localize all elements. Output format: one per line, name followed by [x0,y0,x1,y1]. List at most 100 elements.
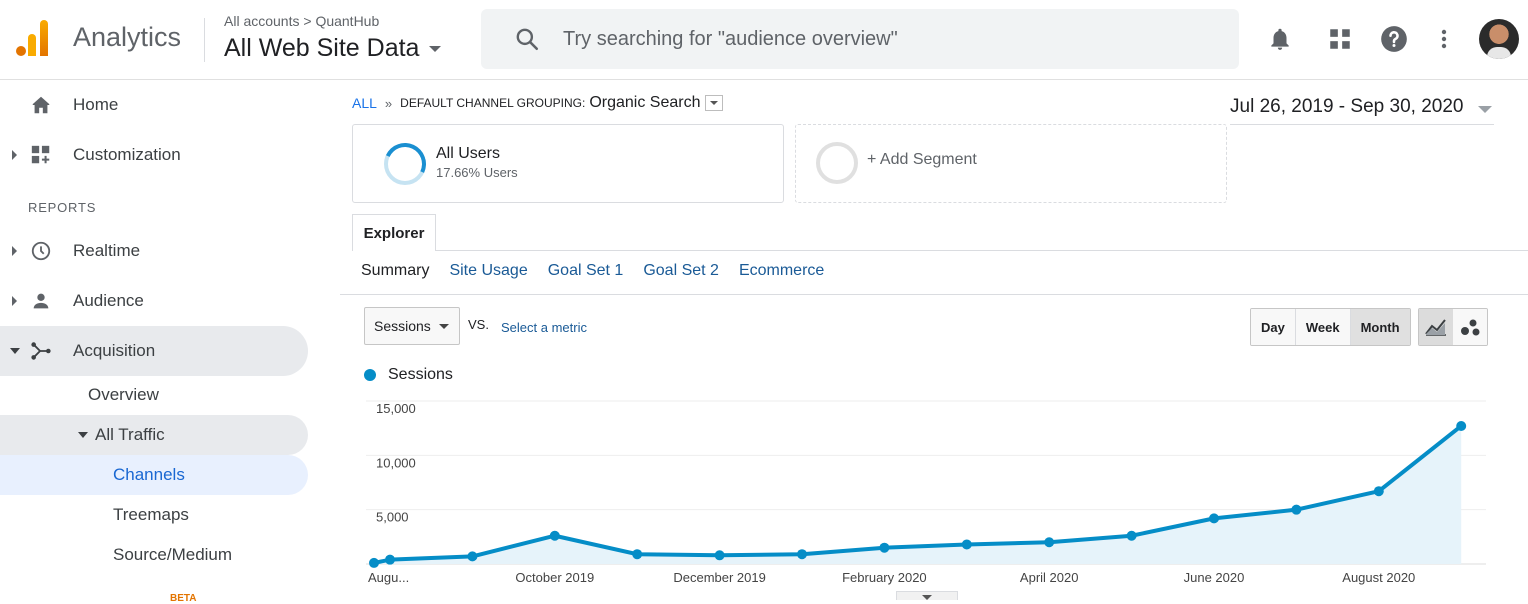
sidebar-item-label: Channels [113,465,185,484]
y-tick-label: 15,000 [376,401,416,416]
scope-all-link[interactable]: ALL [352,95,377,111]
sidebar-item-audience[interactable]: Audience [0,276,308,326]
x-tick-label: August 2020 [1342,570,1415,585]
analytics-logo-icon[interactable] [16,20,50,56]
data-point [369,557,379,568]
divider [352,250,1528,251]
collapse-arrow-icon [78,432,88,438]
scope-grouping-label: DEFAULT CHANNEL GROUPING: [400,96,586,110]
sidebar-item-all-traffic[interactable]: All Traffic [0,415,308,455]
sidebar-item-acquisition[interactable]: Acquisition [0,326,308,376]
tab-summary[interactable]: Summary [361,262,429,280]
scope-separator: » [384,95,393,111]
add-segment-button[interactable]: + Add Segment [795,124,1227,203]
reports-section-label: REPORTS [28,200,97,215]
bell-icon[interactable] [1265,24,1295,54]
sidebar-item-source-medium[interactable]: Source/Medium [113,535,232,575]
search-icon [516,28,539,51]
data-point [467,551,478,562]
sidebar-item-customization[interactable]: Customization [0,130,308,180]
week-button[interactable]: Week [1295,309,1351,345]
y-tick-label: 5,000 [376,510,409,525]
sidebar-item-home[interactable]: Home [0,80,308,130]
data-point [879,542,890,553]
data-point [1291,504,1302,515]
dashboard-icon [30,144,52,166]
segment-arc [378,137,432,191]
month-button[interactable]: Month [1350,309,1410,345]
sessions-chart: 15,000 10,000 5,000 Augu... October 2019 Dece… [366,400,1486,585]
data-point [797,549,807,560]
date-range-picker[interactable]: Jul 26, 2019 - Sep 30, 2020 [1230,96,1494,125]
data-point [632,549,643,560]
data-point [1373,486,1384,497]
more-vert-icon[interactable] [1429,24,1459,54]
line-chart-icon[interactable] [1419,309,1453,345]
divider [340,294,1528,295]
chevron-down-icon [439,324,449,329]
vs-label: VS. [468,317,489,332]
segment-percentage: 17.66% Users [436,165,518,180]
chart-type-toggle [1418,308,1488,346]
property-name: All Web Site Data [224,34,420,62]
sidebar-item-label: Home [73,95,119,114]
header-divider [204,18,205,62]
expand-arrow-icon [12,296,17,306]
data-point [1456,420,1467,431]
home-icon [30,94,52,116]
property-selector[interactable]: All Web Site Data [224,34,442,63]
sidebar: Home Customization REPORTS Realtime Audi… [0,80,320,604]
x-tick-label: December 2019 [673,570,766,585]
sidebar-item-overview[interactable]: Overview [88,375,159,415]
tab-site-usage[interactable]: Site Usage [449,262,527,280]
sidebar-item-treemaps[interactable]: Treemaps [113,495,189,535]
data-point [1044,537,1055,548]
series-area [374,425,1462,564]
x-tick-label: October 2019 [515,570,594,585]
select-metric-link[interactable]: Select a metric [501,320,587,335]
add-segment-label: + Add Segment [867,151,977,168]
sidebar-item-label: Audience [73,291,144,310]
help-icon[interactable] [1379,24,1409,54]
report-scope-breadcrumb: ALL » DEFAULT CHANNEL GROUPING: Organic … [352,94,724,112]
segment-all-users[interactable]: All Users 17.66% Users [352,124,784,203]
segment-name: All Users [436,145,501,162]
account-breadcrumb[interactable]: All accounts > QuantHub [224,13,379,29]
tab-goal-set-1[interactable]: Goal Set 1 [548,262,624,280]
search-input[interactable] [561,23,1205,55]
scope-grouping-value: Organic Search [589,94,701,111]
app-name[interactable]: Analytics [73,22,181,53]
scope-dropdown-icon[interactable] [705,95,724,111]
acquisition-icon [30,340,52,362]
x-tick-label: June 2020 [1184,570,1245,585]
expand-arrow-icon [12,246,17,256]
x-tick-label: Augu... [368,570,409,585]
sidebar-item-channels[interactable]: Channels [0,455,308,495]
data-point [549,530,560,541]
day-button[interactable]: Day [1251,309,1296,345]
collapse-arrow-icon [10,348,20,354]
clock-icon [30,240,52,262]
x-tick-label: February 2020 [842,570,927,585]
avatar[interactable] [1479,19,1519,59]
apps-grid-icon[interactable] [1325,24,1355,54]
explorer-subtabs: Summary Site Usage Goal Set 1 Goal Set 2… [361,262,824,280]
sidebar-item-label: Acquisition [73,341,156,360]
data-point [961,539,972,550]
data-point [1126,530,1137,541]
data-point [1209,513,1219,524]
top-header: Analytics All accounts > QuantHub All We… [0,0,1528,80]
sidebar-item-realtime[interactable]: Realtime [0,226,308,276]
metric-select[interactable]: Sessions [364,307,460,345]
period-toggle: Day Week Month [1250,308,1411,346]
tab-explorer[interactable]: Explorer [352,214,436,251]
tab-ecommerce[interactable]: Ecommerce [739,262,824,280]
data-point [714,550,725,561]
empty-segment-ring-icon [816,142,858,184]
person-icon [30,290,52,312]
search-bar[interactable] [481,9,1239,69]
main-content: ALL » DEFAULT CHANNEL GROUPING: Organic … [320,80,1528,600]
motion-chart-icon[interactable] [1453,309,1487,345]
sidebar-item-label: All Traffic [95,425,165,444]
tab-goal-set-2[interactable]: Goal Set 2 [643,262,719,280]
